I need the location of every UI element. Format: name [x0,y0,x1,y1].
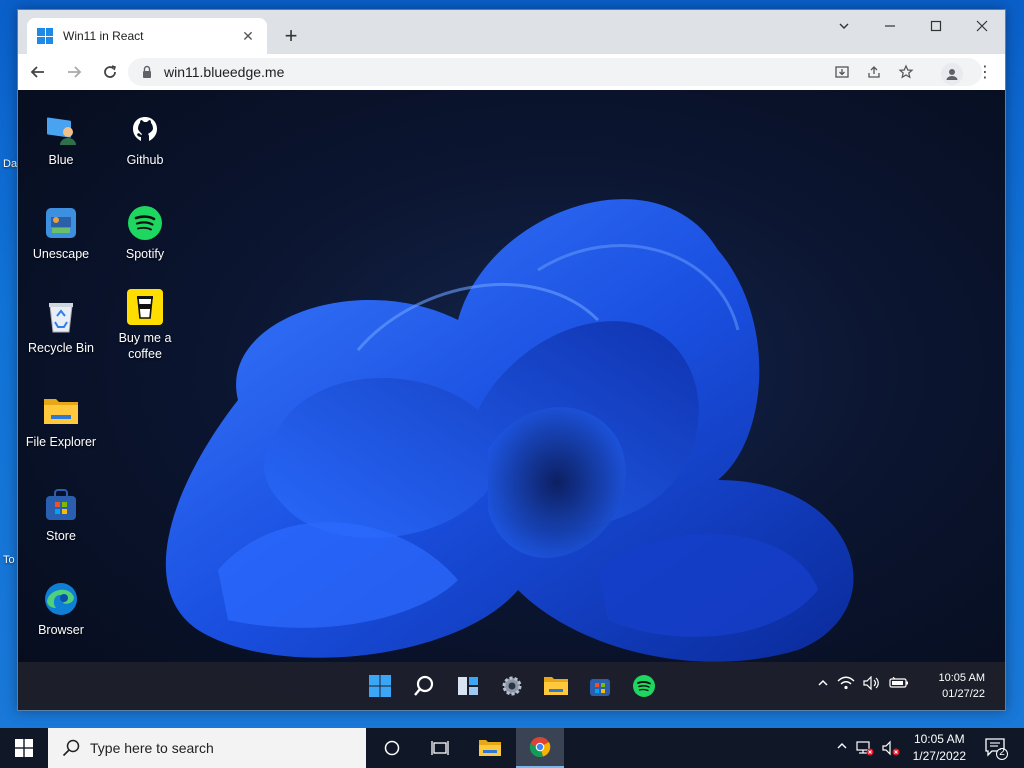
win11-date: 01/27/22 [942,688,985,700]
win11-widgets-icon[interactable] [452,670,484,702]
browser-menu-icon[interactable]: ⋮ [977,63,993,85]
search-icon [62,739,80,757]
win11-file-explorer-icon[interactable] [540,670,572,702]
desktop-icon-spotify[interactable]: Spotify [103,204,187,262]
host-date: 1/27/2022 [912,749,966,763]
lock-icon [143,65,151,78]
host-file-explorer-button[interactable] [466,728,514,768]
folder-icon [42,392,80,430]
win11-desktop: Blue Github Unescape Spotify Recycle Bin [18,90,1005,710]
windows-logo-icon [15,739,33,757]
tab-search-chevron-icon[interactable] [821,10,867,42]
browser-toolbar: win11.blueedge.me ⋮ [18,54,1005,90]
win11-clock[interactable]: 10:05 AM 01/27/22 [939,670,985,702]
win11-spotify-icon[interactable] [628,670,660,702]
desktop-icon-label: File Explorer [25,435,97,449]
notification-count: 2 [999,747,1005,758]
store-icon [42,486,80,524]
minimize-button[interactable] [867,10,913,42]
coffee-icon [126,288,164,326]
desktop-icon-label: Unescape [32,247,90,261]
tab-close-button[interactable]: ✕ [239,28,257,45]
maximize-button[interactable] [913,10,959,42]
desktop-icon-label: Recycle Bin [28,341,94,355]
task-view-icon [431,741,449,755]
host-chrome-button[interactable] [516,728,564,768]
tray-overflow-chevron-icon[interactable] [817,677,829,692]
desktop-icon-label: Browser [38,623,84,637]
spotify-icon [126,204,164,242]
host-clock[interactable]: 10:05 AM 1/27/2022 [913,731,966,765]
unescape-icon [42,204,80,242]
win11-time: 10:05 AM [938,672,985,684]
host-desktop-edge: Da To [0,0,18,728]
host-volume-muted-icon[interactable] [882,740,900,759]
desktop-icon-file-explorer[interactable]: File Explorer [19,392,103,450]
wallpaper-bloom [165,199,854,662]
close-window-button[interactable] [959,10,1005,42]
share-icon[interactable] [862,60,886,84]
host-icon-label-fragment[interactable]: To [3,554,15,566]
desktop-icon-blue[interactable]: Blue [19,110,103,168]
desktop-icon-label: Store [46,529,76,543]
desktop-icon-store[interactable]: Store [19,486,103,544]
volume-icon[interactable] [863,675,881,693]
chrome-icon [529,737,551,758]
user-pc-icon [42,110,80,148]
address-bar[interactable]: win11.blueedge.me [128,58,982,86]
search-placeholder: Type here to search [90,740,214,756]
recycle-bin-icon [42,298,80,336]
cortana-circle-icon [384,740,400,756]
win11-start-button[interactable] [364,670,396,702]
desktop-icon-recycle-bin[interactable]: Recycle Bin [19,298,103,356]
wifi-icon[interactable] [837,676,855,693]
battery-icon[interactable] [889,676,909,692]
action-center-button[interactable]: 2 [984,736,1008,760]
win11-taskbar: 10:05 AM 01/27/22 [18,662,1005,710]
desktop-icon-github[interactable]: Github [103,110,187,168]
win11-search-icon[interactable] [408,670,440,702]
desktop-icon-unescape[interactable]: Unescape [19,204,103,262]
win11-store-icon[interactable] [584,670,616,702]
bookmark-star-icon[interactable] [894,60,918,84]
desktop-icon-label: Buy me a coffee [118,331,172,361]
desktop-icon-buy-me-a-coffee[interactable]: Buy me a coffee [103,288,187,362]
host-start-button[interactable] [0,728,48,768]
forward-button[interactable] [58,56,90,88]
host-search-box[interactable]: Type here to search [48,728,366,768]
url-text: win11.blueedge.me [164,64,285,80]
desktop-icon-label: Blue [48,153,74,167]
folder-icon [479,740,501,756]
window-controls [821,10,1005,42]
profile-avatar-icon[interactable] [941,63,963,85]
desktop-icon-browser[interactable]: Browser [19,580,103,638]
reload-button[interactable] [94,56,126,88]
host-time: 10:05 AM [913,732,965,746]
host-system-tray [836,740,900,759]
win11-system-tray [817,675,909,693]
edge-icon [42,580,80,618]
host-icon-label-fragment[interactable]: Da [3,158,17,170]
tab-title: Win11 in React [63,29,144,43]
new-tab-button[interactable]: + [278,24,304,50]
browser-tab[interactable]: Win11 in React ✕ [27,18,267,54]
network-disconnected-icon[interactable] [856,740,874,759]
task-view-button[interactable] [416,728,464,768]
windows-logo-icon [37,28,53,44]
host-taskbar: Type here to search 10:05 AM 1/27/2022 2 [0,728,1024,768]
desktop-icon-label: Spotify [125,247,165,261]
desktop-icon-label: Github [126,153,164,167]
back-button[interactable] [22,56,54,88]
github-icon [126,110,164,148]
host-tray-chevron-icon[interactable] [836,740,848,759]
tab-strip: Win11 in React ✕ + [18,10,1005,54]
win11-settings-icon[interactable] [496,670,528,702]
install-app-icon[interactable] [830,60,854,84]
cortana-button[interactable] [368,728,416,768]
chrome-window: Win11 in React ✕ + win11.blueedge.me ⋮ B… [17,9,1006,711]
